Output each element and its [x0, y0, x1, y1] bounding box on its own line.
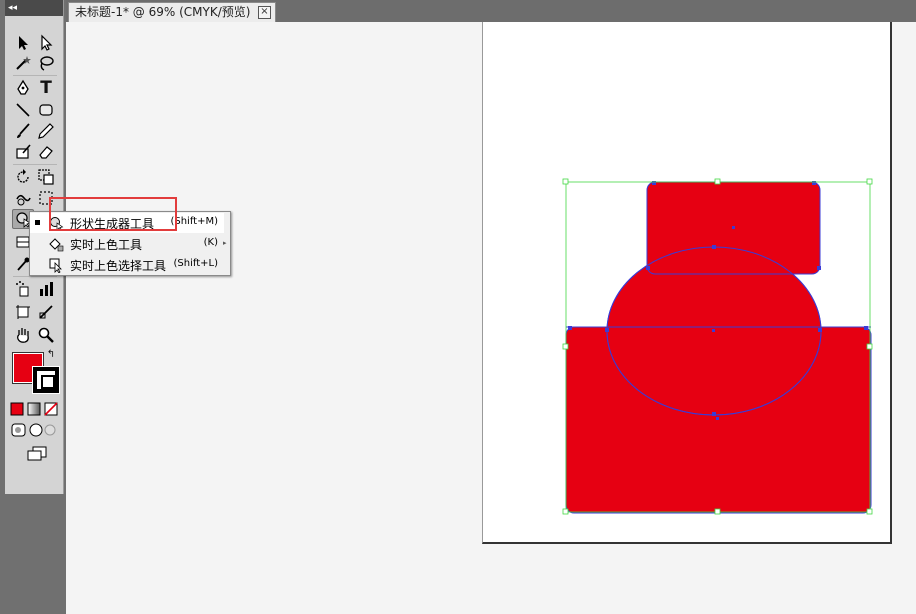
flyout-item-label: 实时上色选择工具	[70, 259, 167, 273]
flyout-item-label: 实时上色工具	[70, 238, 143, 252]
live-paint-selection-icon	[48, 257, 64, 274]
tearoff-arrow-icon[interactable]: ▸	[223, 212, 228, 275]
selected-bullet-icon	[35, 220, 40, 225]
artwork-layer[interactable]	[0, 0, 916, 614]
flyout-item-shortcut: (Shift+M)	[170, 216, 218, 227]
flyout-item-live-paint-selection[interactable]: 实时上色选择工具 (Shift+L)	[30, 255, 224, 275]
flyout-item-live-paint-bucket[interactable]: 实时上色工具 (K)	[30, 234, 224, 254]
annotation-highlight-box	[49, 197, 177, 231]
flyout-item-shortcut: (K)	[203, 237, 218, 248]
live-paint-bucket-icon	[48, 236, 64, 252]
flyout-item-shortcut: (Shift+L)	[173, 258, 218, 269]
